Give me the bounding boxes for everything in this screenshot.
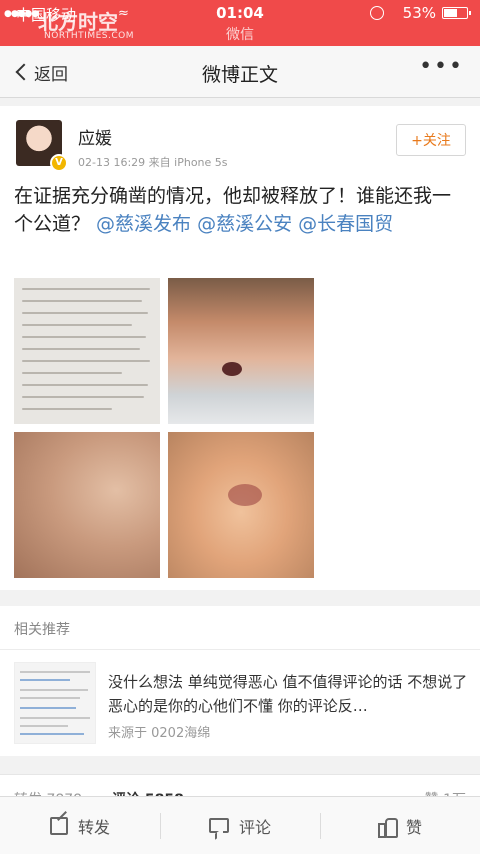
navigation-bar: 返回 微博正文 ••• [0,46,480,98]
text-line [22,396,144,398]
injury-mark [228,484,262,506]
text-line [22,300,142,302]
thumb-line [20,717,90,719]
username[interactable]: 应媛 [78,124,112,149]
post-timestamp: 02-13 16:29 [78,156,146,169]
related-section-header: 相关推荐 [0,606,480,650]
app-name: 微信 [226,27,254,43]
text-line [22,312,148,314]
battery-percent: 53% [402,4,436,22]
thumb-line [20,671,90,673]
more-options-button[interactable]: ••• [419,54,464,79]
text-line [22,384,148,386]
follow-button[interactable]: +关注 [396,124,466,156]
weibo-post: V 应媛 02-13 16:29 来自 iPhone 5s +关注 在证据充分确… [0,106,480,590]
thumbs-up-icon [377,817,398,838]
photo-injured-hand[interactable] [168,278,314,424]
avatar[interactable]: V [16,120,68,172]
comment-icon [208,818,229,833]
related-header-label: 相关推荐 [14,622,70,638]
rotation-lock-icon [370,6,384,20]
thumb-line [20,733,84,735]
photo-grid [14,278,314,578]
text-line [22,408,112,410]
bottom-toolbar: 转发 评论 赞 [0,796,480,854]
status-bar: ●●●●● 中国移动 ≈ 北方时空 NORTHTIMES.COM 01:04 微… [0,0,480,46]
post-meta: 02-13 16:29 来自 iPhone 5s [78,154,228,170]
battery-fill [444,9,457,17]
text-line [22,288,150,290]
text-line [22,324,132,326]
thumb-line [20,679,70,681]
injury-mark [222,362,242,376]
like-label: 赞 [405,817,422,837]
post-text: 在证据充分确凿的情况，他却被释放了！谁能还我一个公道？ @慈溪发布 @慈溪公安 … [14,182,466,238]
text-line [22,372,122,374]
thumb-line [20,725,68,727]
thumb-line [20,689,88,691]
comment-label: 评论 [238,817,271,837]
text-line [22,360,150,362]
related-item[interactable]: 没什么想法 单纯觉得恶心 值不值得评论的话 不想说了 恶心的是你的心他们不懂 你… [0,650,480,756]
text-line [22,348,140,350]
repost-button[interactable]: 转发 [0,797,160,854]
photo-text-screenshot[interactable] [14,278,160,424]
verified-badge-icon: V [50,154,68,172]
repost-label: 转发 [77,817,110,837]
related-item-source: 来源于 0202海绵 [108,726,211,741]
related-thumbnail [14,662,96,744]
post-source: 来自 iPhone 5s [148,156,228,169]
battery-icon [442,7,471,19]
mention-link[interactable]: @慈溪公安 [197,213,292,235]
related-item-text: 没什么想法 单纯觉得恶心 值不值得评论的话 不想说了 恶心的是你的心他们不懂 你… [108,673,468,715]
thumb-line [20,697,80,699]
mention-link[interactable]: @长春国贸 [298,213,393,235]
page-title: 微博正文 [201,64,278,86]
photo-injured-arm[interactable] [14,432,160,578]
photo-bruised-knee[interactable] [168,432,314,578]
mention-link[interactable]: @慈溪发布 [96,213,191,235]
thumb-line [20,707,76,709]
repost-icon [49,816,68,835]
like-button[interactable]: 赞 [320,797,480,854]
comment-button[interactable]: 评论 [160,797,320,854]
text-line [22,336,146,338]
